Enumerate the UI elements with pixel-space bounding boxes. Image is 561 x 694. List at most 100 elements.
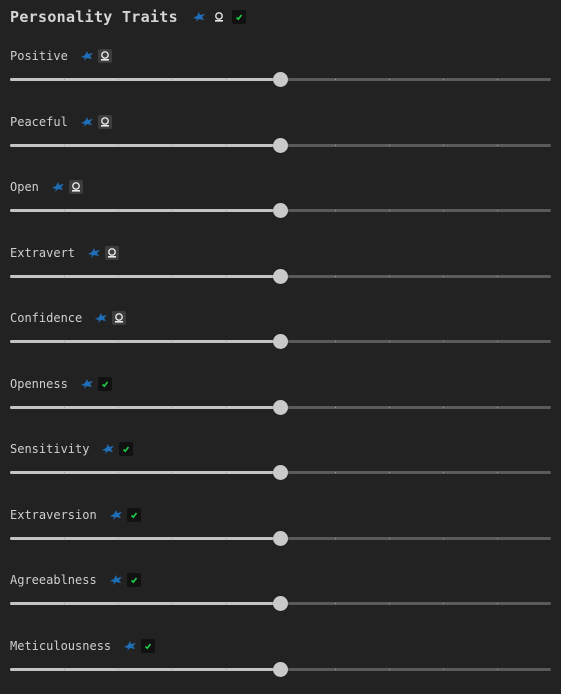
slider-thumb[interactable]: [273, 203, 288, 218]
trait-row: Agreeablness: [0, 562, 561, 628]
trait-icons: [87, 245, 120, 260]
slider-tick: [64, 472, 66, 473]
trait-label: Positive: [10, 49, 68, 63]
bird-icon[interactable]: [80, 49, 94, 63]
trait-slider[interactable]: [10, 203, 551, 219]
slider-thumb[interactable]: [273, 334, 288, 349]
bird-icon[interactable]: [101, 442, 115, 456]
slider-thumb[interactable]: [273, 268, 288, 284]
panel-header-icons: [192, 10, 246, 24]
trait-label: Openness: [10, 376, 68, 391]
seal-icon[interactable]: [97, 49, 112, 63]
trait-label-row: Meticulousness: [10, 638, 156, 654]
seal-icon[interactable]: [105, 245, 120, 260]
bird-icon[interactable]: [87, 246, 101, 260]
trait-label: Agreeablness: [10, 573, 97, 587]
slider-tick: [226, 537, 228, 539]
seal-icon[interactable]: [97, 114, 112, 129]
trait-slider[interactable]: [10, 465, 551, 481]
trait-label: Sensitivity: [10, 442, 90, 456]
trait-slider[interactable]: [10, 334, 551, 350]
slider-thumb[interactable]: [273, 661, 288, 677]
slider-tick: [172, 210, 174, 211]
trait-slider[interactable]: [10, 399, 551, 416]
check-icon[interactable]: [126, 507, 141, 522]
bird-icon[interactable]: [51, 180, 65, 194]
slider-tick: [226, 210, 228, 211]
slider-tick: [334, 406, 336, 408]
slider-tick: [496, 668, 498, 670]
slider-tick: [172, 341, 174, 342]
check-icon[interactable]: [231, 10, 246, 24]
trait-slider[interactable]: [10, 661, 551, 678]
seal-icon[interactable]: [68, 180, 83, 194]
slider-thumb[interactable]: [273, 596, 288, 611]
slider-thumb[interactable]: [273, 137, 288, 153]
slider-tick: [172, 406, 174, 408]
slider-tick: [118, 341, 120, 342]
slider-tick: [118, 406, 120, 408]
slider-tick: [496, 79, 498, 80]
trait-slider-list: Positive Peaceful Open Extravert Confidence O…: [0, 38, 561, 693]
trait-label: Extraversion: [10, 507, 97, 522]
slider-tick: [64, 406, 66, 408]
slider-fill: [10, 274, 281, 278]
check-icon[interactable]: [119, 442, 134, 456]
slider-tick: [64, 668, 66, 670]
slider-tick: [118, 668, 120, 670]
bird-icon[interactable]: [94, 311, 108, 325]
bird-icon[interactable]: [80, 377, 94, 391]
slider-tick: [64, 144, 66, 146]
trait-slider[interactable]: [10, 596, 551, 612]
slider-fill: [10, 209, 281, 212]
slider-tick: [118, 537, 120, 539]
slider-tick: [442, 406, 444, 408]
slider-tick: [172, 603, 174, 604]
slider-thumb[interactable]: [273, 465, 288, 480]
slider-tick: [226, 79, 228, 80]
slider-tick: [442, 79, 444, 80]
check-icon[interactable]: [141, 638, 156, 653]
slider-tick: [388, 406, 390, 408]
slider-tick: [64, 341, 66, 342]
trait-icons: [94, 311, 127, 325]
seal-icon[interactable]: [112, 311, 127, 325]
trait-slider[interactable]: [10, 268, 551, 285]
seal-icon[interactable]: [212, 10, 226, 24]
trait-label-row: Sensitivity: [10, 441, 134, 457]
bird-icon[interactable]: [109, 508, 123, 522]
bird-icon[interactable]: [192, 10, 206, 24]
slider-tick: [442, 603, 444, 604]
slider-fill: [10, 536, 281, 540]
check-icon[interactable]: [97, 376, 112, 391]
bird-icon[interactable]: [109, 573, 123, 587]
trait-row: Openness: [0, 366, 561, 432]
slider-tick: [496, 341, 498, 342]
slider-tick: [442, 275, 444, 277]
slider-tick: [226, 341, 228, 342]
trait-slider[interactable]: [10, 530, 551, 547]
trait-label-row: Openness: [10, 376, 112, 392]
slider-thumb[interactable]: [273, 72, 288, 87]
slider-tick: [172, 472, 174, 473]
slider-tick: [388, 210, 390, 211]
trait-icons: [80, 49, 112, 63]
slider-tick: [388, 668, 390, 670]
trait-slider[interactable]: [10, 72, 551, 88]
slider-thumb[interactable]: [273, 399, 288, 415]
trait-label: Open: [10, 180, 39, 194]
trait-label-row: Open: [10, 179, 83, 195]
panel-header: Personality Traits: [10, 6, 246, 28]
bird-icon[interactable]: [123, 639, 137, 653]
bird-icon[interactable]: [80, 115, 94, 129]
slider-tick: [64, 79, 66, 80]
slider-thumb[interactable]: [273, 530, 288, 546]
trait-label-row: Agreeablness: [10, 572, 141, 588]
slider-fill: [10, 143, 281, 147]
trait-slider[interactable]: [10, 137, 551, 154]
check-icon[interactable]: [126, 573, 141, 587]
slider-tick: [334, 275, 336, 277]
trait-icons: [123, 638, 156, 653]
slider-tick: [496, 406, 498, 408]
slider-tick: [442, 341, 444, 342]
